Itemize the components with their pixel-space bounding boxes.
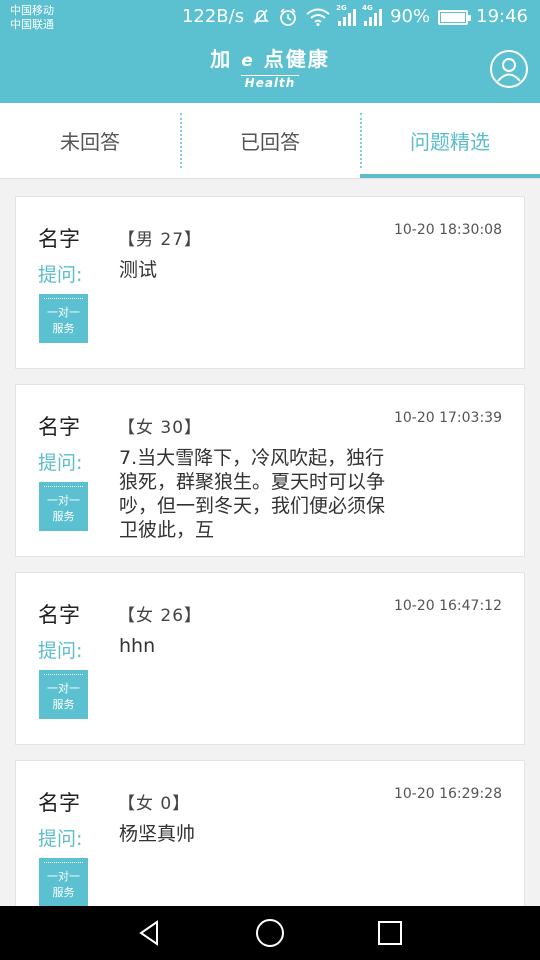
tab-featured[interactable]: 问题精选 — [360, 103, 540, 178]
top-bar: 中国移动 中国联通 122B/s 2G 4G 90% 19:46 加 e 点健康… — [0, 0, 540, 103]
status-bar: 中国移动 中国联通 122B/s 2G 4G 90% 19:46 — [0, 0, 540, 36]
carrier-info: 中国移动 中国联通 — [10, 4, 54, 32]
ask-label: 提问: — [38, 828, 83, 850]
wifi-icon — [306, 8, 330, 26]
signal-2g-icon: 2G — [336, 4, 357, 26]
question-card[interactable]: 名字 【男 27】 10-20 18:30:08 提问: 测试 一对一 服务 — [15, 196, 525, 369]
alarm-icon — [278, 7, 298, 27]
question-list: 名字 【男 27】 10-20 18:30:08 提问: 测试 一对一 服务 名… — [15, 196, 525, 948]
user-name: 名字 — [38, 227, 80, 251]
badge-dots — [44, 862, 83, 868]
brand-e: e — [241, 51, 255, 71]
back-triangle-icon[interactable] — [130, 913, 170, 953]
one-on-one-service-button[interactable]: 一对一 服务 — [39, 858, 88, 907]
user-meta: 【男 27】 — [118, 230, 203, 250]
user-meta: 【女 30】 — [118, 418, 203, 438]
user-name: 名字 — [38, 603, 80, 627]
question-time: 10-20 18:30:08 — [393, 222, 502, 238]
badge-dots — [44, 486, 83, 492]
mute-icon — [252, 8, 270, 26]
battery-icon — [438, 9, 472, 25]
tab-bar: 未回答 已回答 问题精选 — [0, 103, 540, 179]
badge-line1: 一对一 — [47, 306, 80, 319]
carrier-2: 中国联通 — [10, 18, 54, 31]
clock: 19:46 — [476, 6, 528, 27]
one-on-one-service-button[interactable]: 一对一 服务 — [39, 482, 88, 531]
question-text: 7.当大雪降下，冷风吹起，独行狼死，群聚狼生。夏天时可以争吵，但一到冬天，我们便… — [119, 447, 386, 541]
one-on-one-service-button[interactable]: 一对一 服务 — [39, 294, 88, 343]
tab-answered[interactable]: 已回答 — [180, 103, 360, 178]
user-name: 名字 — [38, 415, 80, 439]
ask-label: 提问: — [38, 264, 83, 286]
user-name: 名字 — [38, 791, 80, 815]
badge-line1: 一对一 — [47, 494, 80, 507]
question-time: 10-20 16:47:12 — [393, 598, 502, 614]
question-time: 10-20 17:03:39 — [393, 410, 502, 426]
badge-line2: 服务 — [52, 698, 75, 711]
one-on-one-service-button[interactable]: 一对一 服务 — [39, 670, 88, 719]
home-circle-icon[interactable] — [250, 913, 290, 953]
question-text: 杨坚真帅 — [119, 823, 196, 845]
question-time: 10-20 16:29:28 — [393, 786, 502, 802]
carrier-1: 中国移动 — [10, 4, 54, 17]
question-text: 测试 — [119, 259, 158, 281]
brand-left: 加 — [210, 47, 233, 71]
status-right: 122B/s 2G 4G 90% 19:46 — [181, 4, 528, 28]
badge-line1: 一对一 — [47, 682, 80, 695]
user-meta: 【女 26】 — [118, 606, 203, 626]
question-text: hhn — [119, 635, 156, 657]
network-2g: 2G — [336, 4, 347, 12]
question-card[interactable]: 名字 【女 26】 10-20 16:47:12 提问: hhn 一对一 服务 — [15, 572, 525, 745]
tab-unanswered[interactable]: 未回答 — [0, 103, 180, 178]
system-nav-bar — [0, 906, 540, 960]
network-speed: 122B/s — [181, 6, 245, 27]
brand-sub: Health — [240, 75, 300, 90]
badge-dots — [44, 674, 83, 680]
badge-line2: 服务 — [52, 322, 75, 335]
user-meta: 【女 0】 — [118, 794, 191, 814]
badge-line2: 服务 — [52, 886, 75, 899]
badge-line1: 一对一 — [47, 870, 80, 883]
badge-dots — [44, 298, 83, 304]
brand-right: 点健康 — [263, 47, 330, 71]
ask-label: 提问: — [38, 640, 83, 662]
signal-4g-icon: 4G — [362, 4, 383, 26]
ask-label: 提问: — [38, 452, 83, 474]
badge-line2: 服务 — [52, 510, 75, 523]
network-4g: 4G — [362, 4, 373, 12]
question-card[interactable]: 名字 【女 30】 10-20 17:03:39 提问: 7.当大雪降下，冷风吹… — [15, 384, 525, 557]
battery-percent: 90% — [390, 6, 431, 27]
app-logo: 加 e 点健康 Health — [0, 48, 540, 91]
recent-square-icon[interactable] — [370, 913, 410, 953]
user-icon[interactable] — [490, 50, 528, 88]
